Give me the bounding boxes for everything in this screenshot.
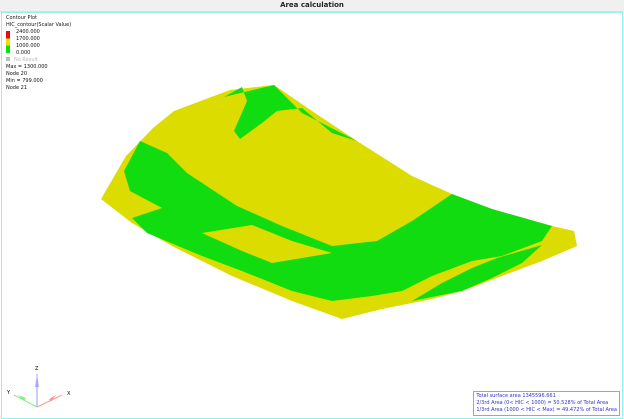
z-axis-label: Z xyxy=(35,366,39,372)
min-value: Min = 799.000 xyxy=(6,78,43,84)
min-node: Node 21 xyxy=(6,85,28,91)
level-label: 1000.000 xyxy=(16,43,40,49)
area-two-thirds: 2/3rd Area (0< HIC < 1000) = 50.528% of … xyxy=(476,400,609,406)
y-axis-label: Y xyxy=(6,390,11,396)
max-value: Max = 1300.000 xyxy=(6,64,48,70)
axis-triad-icon: Z Y X xyxy=(6,366,71,408)
contour-model xyxy=(101,85,577,319)
x-axis-label: X xyxy=(67,391,71,397)
total-area: Total surface area 1345596.661 xyxy=(476,393,556,399)
level-label: 1700.000 xyxy=(16,36,40,42)
max-node: Node 20 xyxy=(6,71,28,77)
area-info-box: Total surface area 1345596.661 2/3rd Are… xyxy=(473,391,620,416)
area-one-third: 1/3rd Area (1000 < HIC < Max) = 49.472% … xyxy=(476,407,617,413)
viewport[interactable]: Contour Plot HIC_contour(Scalar Value) 2… xyxy=(1,12,623,419)
window-title: Area calculation xyxy=(0,0,624,12)
color-bar xyxy=(6,31,10,53)
legend-title: Contour Plot xyxy=(6,15,37,21)
level-label: 0.000 xyxy=(16,50,31,56)
legend-subtitle: HIC_contour(Scalar Value) xyxy=(6,22,72,28)
level-label: 2400.000 xyxy=(16,29,40,35)
contour-legend: Contour Plot HIC_contour(Scalar Value) 2… xyxy=(6,15,71,92)
no-result-swatch-icon xyxy=(6,57,10,61)
no-result-label: No Result xyxy=(14,57,38,63)
